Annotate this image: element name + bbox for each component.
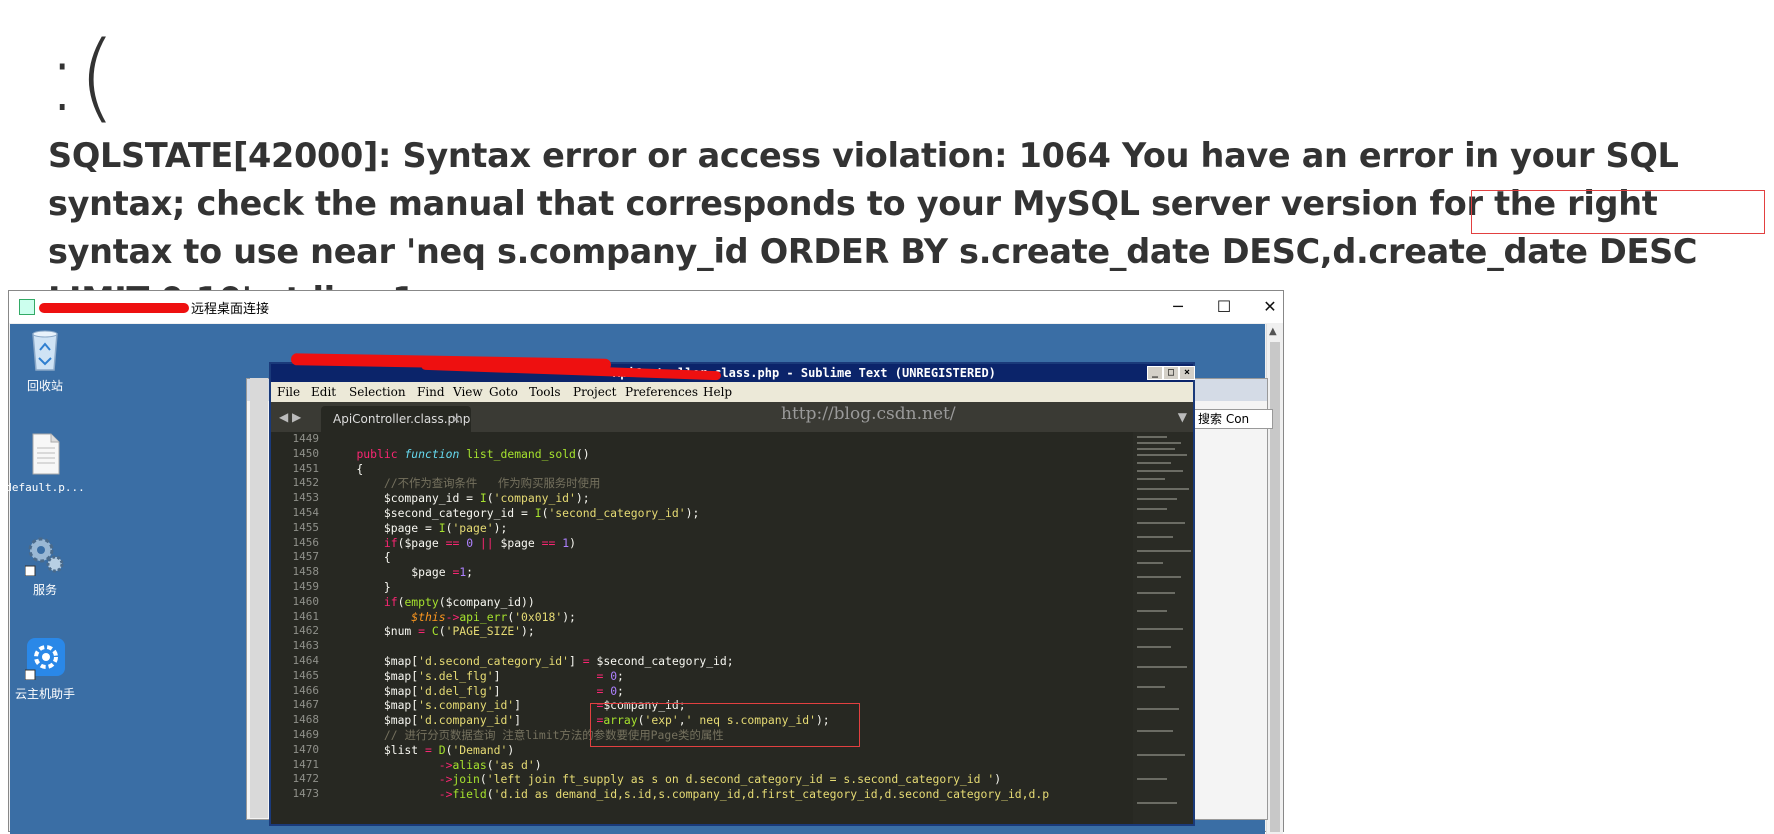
menu-tools[interactable]: Tools xyxy=(529,385,561,399)
line-number: 1457 xyxy=(292,550,320,564)
line-number: 1466 xyxy=(292,683,320,697)
sublime-maximize-button[interactable]: □ xyxy=(1163,366,1179,380)
redaction-mark xyxy=(39,303,189,313)
line-number: 1450 xyxy=(292,446,320,460)
line-number: 1453 xyxy=(292,491,320,505)
desktop-icon-label: default.p... xyxy=(5,481,85,494)
services-gear-icon xyxy=(24,537,64,577)
line-number: 1459 xyxy=(292,579,320,593)
tab-apicontroller[interactable]: ApiController.class.php × xyxy=(321,406,471,432)
error-highlight-box xyxy=(1471,190,1765,234)
menu-help[interactable]: Help xyxy=(703,385,732,399)
line-number: 1462 xyxy=(292,624,320,638)
sublime-minimize-button[interactable]: _ xyxy=(1147,366,1163,380)
sublime-tab-bar: ◀ ▶ ApiController.class.php × xyxy=(271,402,1193,432)
desktop-icon-label: 云主机助手 xyxy=(14,687,75,701)
minimap[interactable] xyxy=(1133,432,1193,824)
tab-label: ApiController.class.php xyxy=(333,412,471,426)
desktop-icon-file[interactable]: default.p... xyxy=(5,432,85,494)
line-number-gutter: 1449 1450 1451 1452 1453 1454 1455 1456 … xyxy=(271,432,325,824)
cloud-assistant-icon xyxy=(24,638,65,681)
menu-project[interactable]: Project xyxy=(573,385,616,399)
line-number: 1464 xyxy=(292,653,320,667)
line-number: 1460 xyxy=(292,594,320,608)
desktop-icon-cloud-assistant[interactable]: 云主机助手 xyxy=(5,636,85,702)
desktop-icon-services[interactable]: 服务 xyxy=(5,532,85,598)
scroll-up-icon[interactable]: ▲ xyxy=(1269,326,1277,337)
line-number: 1469 xyxy=(292,727,320,741)
sublime-menu-bar: File Edit Selection Find View Goto Tools… xyxy=(271,382,1193,402)
line-number: 1467 xyxy=(292,698,320,712)
line-number: 1463 xyxy=(292,639,320,653)
menu-edit[interactable]: Edit xyxy=(311,385,336,399)
line-number: 1456 xyxy=(292,535,320,549)
menu-preferences[interactable]: Preferences xyxy=(625,385,698,399)
window-edge xyxy=(250,378,268,818)
line-number: 1458 xyxy=(292,565,320,579)
rdp-title: 远程桌面连接 xyxy=(191,302,270,317)
menu-selection[interactable]: Selection xyxy=(349,385,406,399)
sublime-close-button[interactable]: × xyxy=(1179,366,1195,380)
search-box[interactable]: 搜索 Con xyxy=(1193,409,1273,429)
close-button[interactable]: ✕ xyxy=(1247,291,1293,323)
line-number: 1465 xyxy=(292,668,320,682)
rdp-title-bar: 远程桌面连接 ─ ☐ ✕ xyxy=(9,291,1283,323)
line-number: 1471 xyxy=(292,757,320,771)
desktop-icon-label: 回收站 xyxy=(26,379,63,393)
tab-nav-arrows-icon[interactable]: ◀ ▶ xyxy=(279,410,301,424)
desktop-icon-recycle-bin[interactable]: 回收站 xyxy=(5,328,85,394)
menu-find[interactable]: Find xyxy=(417,385,445,399)
line-number: 1473 xyxy=(292,787,320,801)
vertical-scrollbar[interactable]: ▲ xyxy=(1266,324,1283,834)
menu-goto[interactable]: Goto xyxy=(489,385,518,399)
error-face: :( xyxy=(46,21,116,133)
watermark: http://blog.csdn.net/ xyxy=(781,404,956,424)
code-highlight-box xyxy=(590,703,860,747)
code-editor[interactable]: public function list_demand_sold() { //不… xyxy=(329,432,1109,824)
minimize-button[interactable]: ─ xyxy=(1155,291,1201,323)
tab-dropdown-icon[interactable]: ▼ xyxy=(1178,410,1187,424)
line-number: 1461 xyxy=(292,609,320,623)
desktop-icon-label: 服务 xyxy=(32,583,57,597)
menu-file[interactable]: File xyxy=(277,385,300,399)
menu-view[interactable]: View xyxy=(453,385,483,399)
sublime-window: ApiController.class.php - Sublime Text (… xyxy=(269,353,1195,826)
line-number: 1468 xyxy=(292,713,320,727)
line-number: 1455 xyxy=(292,520,320,534)
line-number: 1472 xyxy=(292,772,320,786)
line-number: 1451 xyxy=(292,461,320,475)
recycle-bin-icon xyxy=(32,330,58,371)
line-number: 1454 xyxy=(292,505,320,519)
rdp-app-icon xyxy=(19,299,35,315)
tab-close-icon[interactable]: × xyxy=(451,406,461,432)
maximize-button[interactable]: ☐ xyxy=(1201,291,1247,323)
file-icon xyxy=(32,433,60,475)
line-number: 1449 xyxy=(292,432,320,445)
line-number: 1452 xyxy=(292,476,320,490)
line-number: 1470 xyxy=(292,742,320,756)
